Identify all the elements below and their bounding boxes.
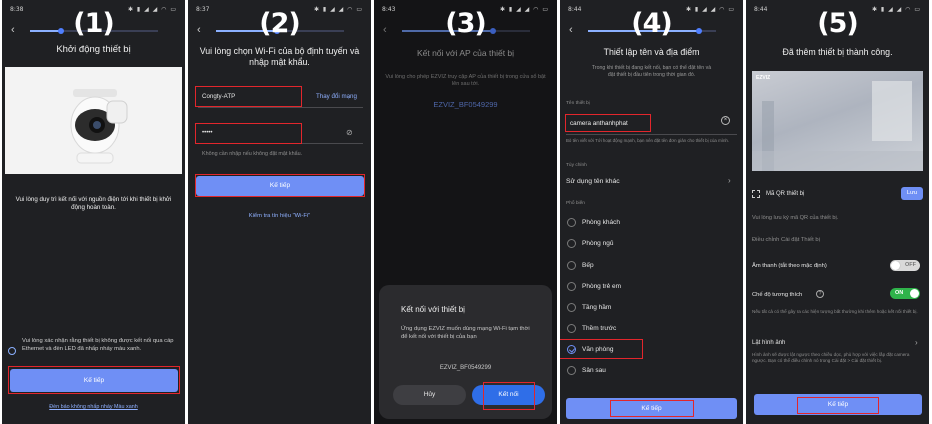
step-label: (1): [73, 8, 114, 39]
highlight-box: [195, 174, 365, 197]
highlight-box: [610, 400, 694, 417]
compat-toggle[interactable]: ON: [890, 288, 920, 299]
info-icon[interactable]: ?: [816, 290, 824, 298]
location-radio[interactable]: [567, 261, 576, 270]
screen-step-1: 8:38 ✱ ▮ ◢ ◢ ◠ ▭ ‹ (1) Khởi động thiết b…: [2, 0, 185, 424]
location-radio[interactable]: [567, 282, 576, 291]
adjust-settings-label: Điều chỉnh Cài đặt Thiết bị: [752, 237, 820, 243]
chevron-right-icon[interactable]: ›: [728, 176, 731, 185]
highlight-box: [560, 339, 643, 359]
ap-name: EZVIZ_BF0549299: [433, 100, 498, 109]
dialog-title: Kết nối với thiết bị: [401, 305, 465, 314]
screen-step-3: 8:43 ✱ ▮ ◢ ◢ ◠ ▭ ‹ (3) Kết nối với AP củ…: [374, 0, 557, 424]
highlight-box: [565, 114, 651, 132]
location-item[interactable]: Phòng khách: [582, 219, 620, 226]
password-hint: Không cần nhập nếu không đặt mật khẩu.: [202, 151, 303, 157]
confirm-checkbox-icon[interactable]: [8, 347, 16, 355]
change-network-link[interactable]: Thay đổi mạng: [316, 93, 357, 100]
flip-hint: Hình ảnh sẽ được lật ngược theo chiều dọ…: [752, 352, 910, 363]
screen-step-2: 8:37 ✱ ▮ ◢ ◢ ◠ ▭ ‹ (2) Vui lòng chọn Wi-…: [188, 0, 371, 424]
instruction-text: Vui lòng cho phép EZVIZ truy cập AP của …: [385, 74, 546, 87]
page-title: Thiết lập tên và địa điểm: [603, 47, 700, 57]
clear-input-icon[interactable]: ×: [721, 116, 730, 125]
compat-hint: Nếu tất cả có thể gây ra các hiện tượng …: [752, 309, 918, 314]
location-radio[interactable]: [567, 218, 576, 227]
location-item[interactable]: Bếp: [582, 262, 594, 269]
compat-toggle-state: ON: [895, 290, 904, 296]
location-radio[interactable]: [567, 324, 576, 333]
highlight-box: [195, 123, 302, 144]
suggest-label: Phổ biến: [566, 201, 585, 206]
step-label: (4): [631, 8, 672, 39]
page-title: Kết nối với AP của thiết bị: [416, 48, 515, 58]
eye-hidden-icon[interactable]: ⊘: [346, 128, 353, 137]
qr-icon: [752, 190, 760, 198]
location-radio[interactable]: [567, 239, 576, 248]
check-wifi-link[interactable]: Kiểm tra tín hiệu "Wi-Fi": [188, 213, 371, 220]
compat-label: Chế độ tương thích: [752, 292, 803, 298]
camera-preview-image: EZVIZ: [752, 71, 923, 171]
led-help-link[interactable]: Đèn báo không nhấp nháy Màu xanh: [2, 404, 185, 410]
location-item[interactable]: Sân sau: [582, 367, 606, 374]
qr-label: Mã QR thiết bị: [766, 191, 805, 197]
location-item[interactable]: Phòng trẻ em: [582, 283, 621, 290]
location-item[interactable]: Tầng hầm: [582, 304, 611, 311]
highlight-box: [8, 366, 180, 394]
connect-dialog: Kết nối với thiết bị Ứng dụng EZVIZ muốn…: [379, 285, 552, 419]
camera-image: [5, 67, 182, 174]
page-title: Đã thêm thiết bị thành công.: [782, 47, 893, 57]
sound-label: Âm thanh (tắt theo mặc định): [752, 263, 827, 269]
location-item[interactable]: Thềm trước: [582, 325, 616, 332]
name-label: Tên thiết bị: [566, 101, 590, 106]
name-underline: [566, 134, 737, 135]
confirm-text: Vui lòng xác nhận rằng thiết bị không đư…: [22, 338, 174, 352]
name-hint: Bỏ tên viết với Tới hoạt động mạnh, bạn …: [566, 138, 730, 143]
preview-brand-logo: EZVIZ: [756, 75, 771, 81]
highlight-box: [195, 86, 302, 107]
highlight-box: [797, 397, 879, 414]
step-label: (3): [445, 8, 486, 39]
step-label: (5): [817, 8, 858, 39]
location-item[interactable]: Phòng ngủ: [582, 240, 613, 247]
location-radio[interactable]: [567, 303, 576, 312]
sound-toggle-state: OFF: [905, 262, 916, 268]
step-label: (2): [259, 8, 300, 39]
cancel-button[interactable]: Hủy: [393, 385, 466, 405]
use-other-name[interactable]: Sử dụng tên khác: [566, 178, 620, 185]
sound-toggle[interactable]: OFF: [890, 260, 920, 271]
chevron-right-icon[interactable]: ›: [915, 338, 918, 347]
instruction-text: Vui lòng duy trì kết nối với nguồn điện …: [15, 196, 172, 211]
save-qr-button[interactable]: Lưu: [901, 187, 923, 200]
dialog-ap-name: EZVIZ_BF0549299: [439, 365, 492, 371]
page-title: Khởi động thiết bị: [56, 44, 131, 55]
custom-label: Tùy chỉnh: [566, 163, 587, 168]
screen-step-5: 8:44 ✱ ▮ ◢ ◢ ◠ ▭ (5) Đã thêm thiết bị th…: [746, 0, 929, 424]
ssid-underline: [198, 107, 363, 108]
highlight-box: [483, 382, 535, 410]
page-title: Vui lòng chọn Wi-Fi của bộ định tuyến và…: [199, 46, 360, 67]
dialog-body: Ứng dụng EZVIZ muốn dùng mạng Wi-Fi tạm …: [401, 326, 530, 340]
screen-step-4: 8:44 ✱ ▮ ◢ ◢ ◠ ▭ ‹ (4) Thiết lập tên và …: [560, 0, 743, 424]
location-radio[interactable]: [567, 366, 576, 375]
flip-label: Lật hình ảnh: [752, 340, 786, 346]
qr-hint: Vui lòng lưu ký mã QR của thiết bị.: [752, 215, 839, 221]
instruction-text: Trong khi thiết bị đang kết nối, bạn có …: [591, 65, 712, 78]
